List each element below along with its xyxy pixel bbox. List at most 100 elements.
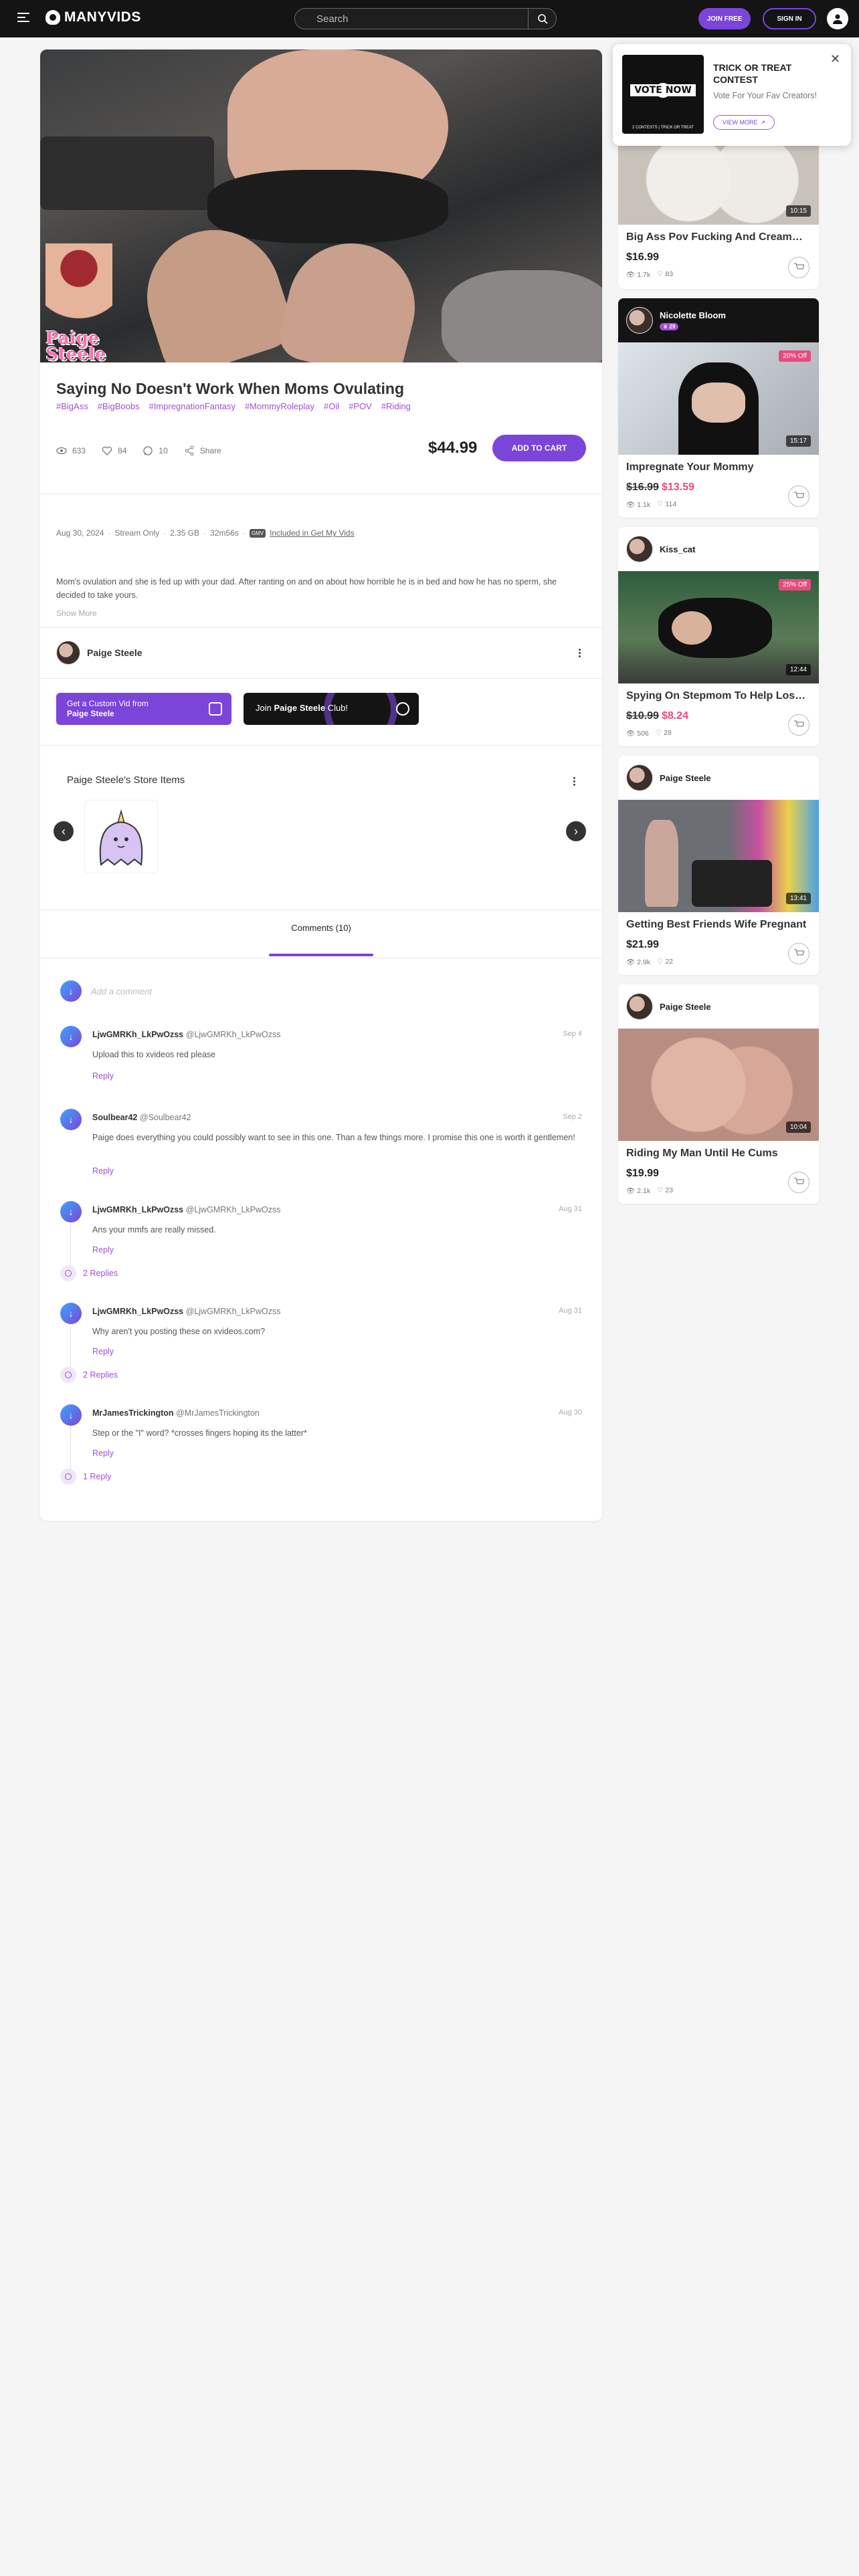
comments-stat[interactable]: 10 [142, 445, 168, 456]
join-free-button[interactable]: JOIN FREE [698, 8, 751, 29]
related-video-card[interactable]: Nicolette Bloom ♛ 29 20% Off 15:17 Impreg… [618, 298, 819, 518]
card-title[interactable]: Spying On Stepmom To Help Lose Virginity [626, 690, 807, 702]
commenter-avatar[interactable]: ↓ [60, 1303, 82, 1324]
add-to-cart-icon[interactable] [788, 1172, 809, 1193]
sign-in-button[interactable]: SIGN IN [763, 8, 816, 29]
add-to-cart-icon[interactable] [788, 943, 809, 964]
creator-avatar[interactable] [626, 764, 653, 791]
store-item[interactable] [84, 800, 158, 873]
view-replies-button[interactable]: 1 Reply [60, 1469, 111, 1485]
related-video-card[interactable]: Paige Steele 10:04 Riding My Man Until H… [618, 984, 819, 1204]
duration-badge: 10:04 [785, 1121, 811, 1133]
commenter-avatar[interactable]: ↓ [60, 1201, 82, 1222]
tag[interactable]: #MommyRoleplay [245, 401, 314, 411]
video-thumbnail[interactable]: 25% Off 12:44 [618, 571, 819, 683]
tag[interactable]: #BigAss [56, 401, 88, 411]
tag[interactable]: #POV [349, 401, 372, 411]
contest-image[interactable]: VOTE NOW 2 CONTESTS | TRICK OR TREAT [622, 55, 704, 134]
commenter-avatar[interactable]: ↓ [60, 1026, 82, 1047]
tag[interactable]: #ImpregnationFantasy [149, 401, 235, 411]
creator-avatar[interactable] [626, 993, 653, 1020]
store-more-menu-icon[interactable] [567, 774, 581, 788]
card-title[interactable]: Getting Best Friends Wife Pregnant [626, 919, 807, 931]
comment-header: LjwGMRKh_LkPwOzss @LjwGMRKh_LkPwOzss [92, 1307, 281, 1316]
related-video-card[interactable]: Paige Steele 13:41 Getting Best Friends … [618, 756, 819, 975]
video-player[interactable]: Paige Steele [40, 49, 602, 362]
tag[interactable]: #BigBoobs [98, 401, 140, 411]
view-replies-button[interactable]: 2 Replies [60, 1265, 118, 1281]
creator-avatar[interactable] [626, 536, 653, 562]
card-title[interactable]: Big Ass Pov Fucking And Creampie [626, 231, 807, 243]
comment-user[interactable]: LjwGMRKh_LkPwOzss [92, 1030, 183, 1039]
user-icon [833, 14, 842, 24]
video-thumbnail[interactable]: 10:04 [618, 1029, 819, 1141]
gmv-link[interactable]: Included in Get My Vids [270, 528, 355, 538]
views-stat: 633 [56, 446, 86, 455]
user-avatar-button[interactable] [827, 8, 848, 29]
search-input[interactable] [316, 11, 517, 26]
reply-button[interactable]: Reply [92, 1071, 114, 1081]
add-to-cart-icon[interactable] [788, 486, 809, 507]
add-to-cart-icon[interactable] [788, 257, 809, 278]
card-creator-row[interactable]: Paige Steele [618, 984, 819, 1029]
store-next-arrow-icon[interactable]: › [566, 821, 586, 841]
replies-count: 2 Replies [83, 1370, 118, 1380]
creator-name[interactable]: Paige Steele [87, 647, 142, 658]
card-creator-row[interactable]: Paige Steele [618, 756, 819, 800]
comment-user[interactable]: MrJamesTrickington [92, 1408, 174, 1418]
card-creator-name[interactable]: Paige Steele [660, 773, 711, 783]
commenter-avatar[interactable]: ↓ [60, 1109, 82, 1130]
share-button[interactable]: Share [184, 445, 221, 456]
creator-row[interactable]: Paige Steele [56, 641, 142, 665]
video-thumbnail[interactable]: 10:15 [618, 134, 819, 225]
reply-button[interactable]: Reply [92, 1347, 114, 1356]
replies-icon [60, 1469, 76, 1485]
join-club-button[interactable]: Join Paige Steele Club! [244, 693, 419, 725]
logo[interactable]: MANYVIDS [45, 9, 141, 25]
creator-avatar[interactable] [626, 307, 653, 334]
video-thumbnail[interactable]: 20% Off 15:17 [618, 342, 819, 455]
card-title[interactable]: Riding My Man Until He Cums [626, 1148, 807, 1160]
gmv-badge: GMV [249, 528, 266, 538]
like-button[interactable]: 84 [102, 446, 126, 455]
replies-icon [60, 1265, 76, 1281]
commenter-avatar[interactable]: ↓ [60, 1404, 82, 1426]
card-creator-name[interactable]: Paige Steele [660, 1002, 711, 1012]
card-creator-row[interactable]: Kiss_cat [618, 527, 819, 571]
store-prev-arrow-icon[interactable]: ‹ [54, 821, 74, 841]
comment-user[interactable]: LjwGMRKh_LkPwOzss [92, 1307, 183, 1316]
share-icon [185, 445, 194, 456]
view-more-button[interactable]: VIEW MORE ↗ [713, 115, 775, 130]
card-creator-row[interactable]: Nicolette Bloom ♛ 29 [618, 298, 819, 342]
add-comment-placeholder: Add a comment [91, 986, 153, 996]
tag[interactable]: #Oil [324, 401, 339, 411]
close-icon[interactable]: ✕ [830, 52, 840, 66]
creator-avatar[interactable] [56, 641, 80, 665]
card-creator-name[interactable]: Kiss_cat [660, 544, 695, 554]
reply-button[interactable]: Reply [92, 1245, 114, 1255]
comment-user[interactable]: LjwGMRKh_LkPwOzss [92, 1205, 183, 1214]
comment-user[interactable]: Soulbear42 [92, 1113, 137, 1122]
comment-date: Aug 31 [559, 1205, 582, 1213]
video-stats: 633 84 10 Share [56, 445, 221, 456]
tab-comments[interactable]: Comments (10) [40, 923, 602, 933]
creator-more-menu-icon[interactable] [573, 646, 586, 659]
search-button[interactable] [528, 8, 556, 29]
menu-icon[interactable] [17, 13, 29, 23]
popup-subtitle: Vote For Your Fav Creators! [713, 91, 817, 100]
add-comment-field[interactable]: ↓ Add a comment [60, 980, 152, 1002]
card-creator-name[interactable]: Nicolette Bloom [660, 310, 726, 320]
video-thumbnail[interactable]: 13:41 [618, 800, 819, 912]
related-video-card[interactable]: 10:15 Big Ass Pov Fucking And Creampie $… [618, 134, 819, 289]
eye-icon [56, 447, 67, 455]
card-title[interactable]: Impregnate Your Mommy [626, 461, 807, 473]
reply-button[interactable]: Reply [92, 1166, 114, 1176]
show-more-link[interactable]: Show More [56, 609, 97, 618]
tag[interactable]: #Riding [381, 401, 411, 411]
add-to-cart-button[interactable]: ADD TO CART [492, 435, 586, 461]
view-replies-button[interactable]: 2 Replies [60, 1367, 118, 1383]
custom-vid-button[interactable]: Get a Custom Vid from Paige Steele [56, 693, 231, 725]
reply-button[interactable]: Reply [92, 1448, 114, 1458]
add-to-cart-icon[interactable] [788, 714, 809, 736]
related-video-card[interactable]: Kiss_cat 25% Off 12:44 Spying On Stepmom… [618, 527, 819, 746]
